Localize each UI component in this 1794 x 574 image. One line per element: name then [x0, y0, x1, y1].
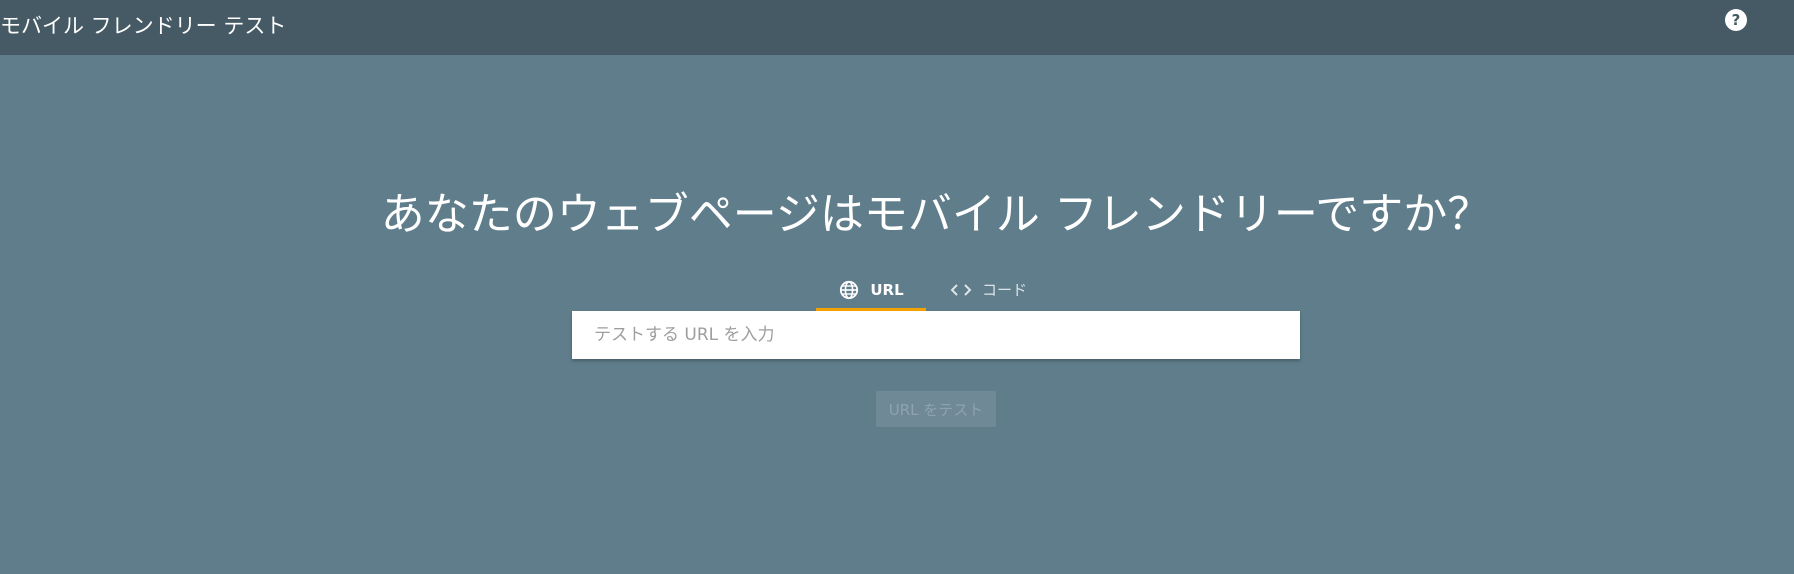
tab-code-label: コード [982, 281, 1028, 299]
tab-url-label: URL [870, 280, 904, 299]
tab-code[interactable]: コード [950, 271, 1050, 308]
page-headline: あなたのウェブページはモバイル フレンドリーですか？ [380, 189, 1492, 240]
help-icon[interactable]: ? [1725, 9, 1747, 31]
top-app-bar: モバイル フレンドリー テスト ? [0, 0, 1794, 55]
url-input[interactable] [572, 311, 1300, 359]
tab-url[interactable]: URL [816, 271, 926, 312]
code-icon [950, 279, 972, 301]
globe-icon [838, 279, 860, 301]
test-url-button[interactable]: URL をテスト [876, 391, 996, 427]
app-title: モバイル フレンドリー テスト [0, 14, 287, 38]
